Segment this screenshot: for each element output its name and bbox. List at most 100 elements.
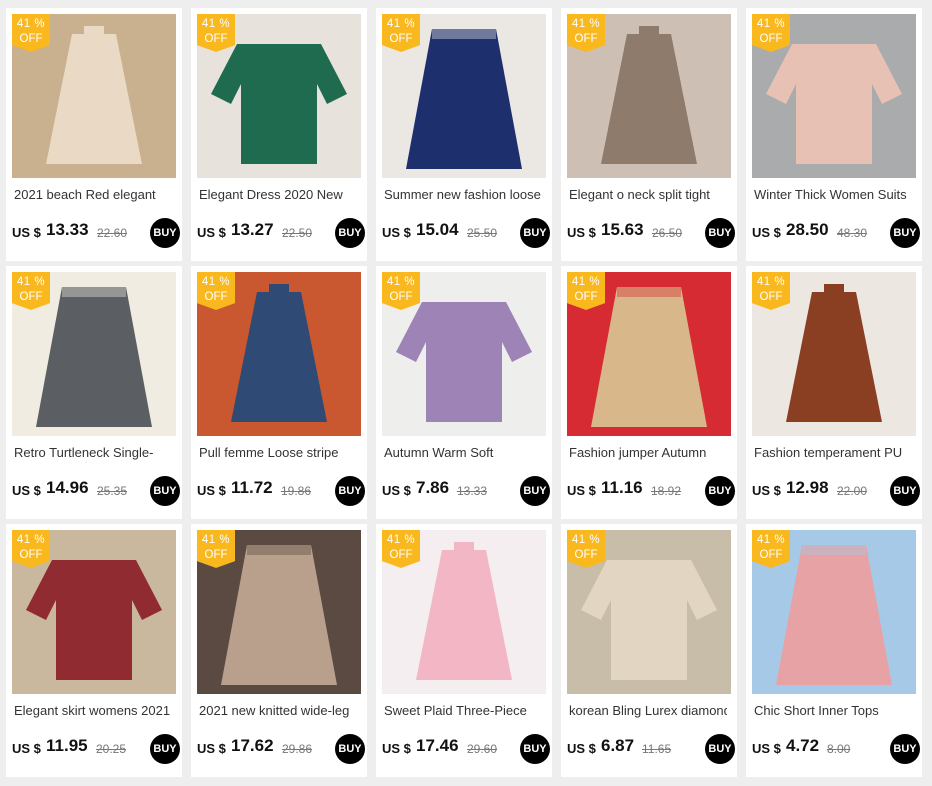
discount-badge: 41 % OFF xyxy=(12,530,50,568)
current-price: 11.72 xyxy=(231,478,273,497)
current-price: 12.98 xyxy=(786,478,829,497)
product-card[interactable]: 41 % OFF 2021 beach Red elegant US $ 13.33 22… xyxy=(6,8,182,261)
product-card[interactable]: 41 % OFF Autumn Warm Soft US $ 7.86 13.33 BUY xyxy=(376,266,552,519)
original-price: 19.86 xyxy=(281,484,312,498)
buy-button[interactable]: BUY xyxy=(150,218,180,248)
product-image[interactable]: 41 % OFF xyxy=(12,14,176,178)
product-card[interactable]: 41 % OFF Sweet Plaid Three-Piece US $ 17.46 2… xyxy=(376,524,552,777)
buy-button[interactable]: BUY xyxy=(890,218,920,248)
product-title[interactable]: Summer new fashion loose xyxy=(384,186,542,208)
buy-button[interactable]: BUY xyxy=(890,476,920,506)
buy-button[interactable]: BUY xyxy=(890,734,920,764)
product-title[interactable]: Fashion temperament PU xyxy=(754,444,912,466)
product-title[interactable]: Sweet Plaid Three-Piece xyxy=(384,702,542,724)
product-card[interactable]: 41 % OFF Fashion jumper Autumn US $ 11.16 18.… xyxy=(561,266,737,519)
current-price: 15.04 xyxy=(416,220,459,239)
product-card[interactable]: 41 % OFF korean Bling Lurex diamond US $ 6.8… xyxy=(561,524,737,777)
product-image[interactable]: 41 % OFF xyxy=(567,530,731,694)
price-row: US $ 13.27 22.50 BUY xyxy=(197,216,365,248)
product-title[interactable]: Elegant skirt womens 2021 xyxy=(14,702,172,724)
discount-off-label: OFF xyxy=(389,33,413,45)
buy-button[interactable]: BUY xyxy=(705,218,735,248)
discount-percent: 41 % xyxy=(201,276,231,288)
discount-off-label: OFF xyxy=(574,33,598,45)
currency-label: US $ xyxy=(382,225,411,240)
original-price: 13.33 xyxy=(457,484,488,498)
product-image[interactable]: 41 % OFF xyxy=(382,14,546,178)
price-row: US $ 11.95 20.25 BUY xyxy=(12,732,180,764)
original-price: 29.60 xyxy=(467,742,498,756)
product-image[interactable]: 41 % OFF xyxy=(752,272,916,436)
original-price: 11.65 xyxy=(642,742,672,756)
discount-off-label: OFF xyxy=(19,549,43,561)
currency-label: US $ xyxy=(567,225,596,240)
discount-off-label: OFF xyxy=(389,291,413,303)
buy-button[interactable]: BUY xyxy=(520,218,550,248)
price-row: US $ 6.87 11.65 BUY xyxy=(567,732,735,764)
discount-off-label: OFF xyxy=(759,549,783,561)
discount-off-label: OFF xyxy=(759,33,783,45)
product-title[interactable]: 2021 beach Red elegant xyxy=(14,186,172,208)
discount-percent: 41 % xyxy=(201,18,231,30)
buy-button[interactable]: BUY xyxy=(705,734,735,764)
product-image[interactable]: 41 % OFF xyxy=(12,530,176,694)
product-title[interactable]: Elegant Dress 2020 New xyxy=(199,186,357,208)
product-title[interactable]: Fashion jumper Autumn xyxy=(569,444,727,466)
discount-badge: 41 % OFF xyxy=(197,272,235,310)
currency-label: US $ xyxy=(12,225,41,240)
original-price: 22.50 xyxy=(282,226,313,240)
product-image[interactable]: 41 % OFF xyxy=(197,530,361,694)
discount-percent: 41 % xyxy=(756,534,786,546)
buy-button[interactable]: BUY xyxy=(335,734,365,764)
buy-button[interactable]: BUY xyxy=(335,476,365,506)
discount-badge: 41 % OFF xyxy=(197,530,235,568)
discount-percent: 41 % xyxy=(756,18,786,30)
currency-label: US $ xyxy=(567,741,596,756)
buy-button[interactable]: BUY xyxy=(520,476,550,506)
product-title[interactable]: Chic Short Inner Tops xyxy=(754,702,912,724)
discount-badge: 41 % OFF xyxy=(382,272,420,310)
discount-percent: 41 % xyxy=(386,276,416,288)
product-image[interactable]: 41 % OFF xyxy=(567,272,731,436)
buy-button[interactable]: BUY xyxy=(520,734,550,764)
buy-button[interactable]: BUY xyxy=(150,476,180,506)
product-title[interactable]: Autumn Warm Soft xyxy=(384,444,542,466)
product-image[interactable]: 41 % OFF xyxy=(752,530,916,694)
product-title[interactable]: Pull femme Loose stripe xyxy=(199,444,357,466)
product-card[interactable]: 41 % OFF Elegant Dress 2020 New US $ 13.27 22… xyxy=(191,8,367,261)
product-title[interactable]: korean Bling Lurex diamond xyxy=(569,702,727,724)
product-image[interactable]: 41 % OFF xyxy=(197,14,361,178)
product-image[interactable]: 41 % OFF xyxy=(382,530,546,694)
discount-badge: 41 % OFF xyxy=(12,14,50,52)
product-image[interactable]: 41 % OFF xyxy=(12,272,176,436)
product-image[interactable]: 41 % OFF xyxy=(752,14,916,178)
product-card[interactable]: 41 % OFF Fashion temperament PU US $ 12.98 22… xyxy=(746,266,922,519)
price-row: US $ 17.46 29.60 BUY xyxy=(382,732,550,764)
product-card[interactable]: 41 % OFF Pull femme Loose stripe US $ 11.72 1… xyxy=(191,266,367,519)
current-price: 14.96 xyxy=(46,478,89,497)
discount-percent: 41 % xyxy=(201,534,231,546)
product-card[interactable]: 41 % OFF Summer new fashion loose US $ 15.04… xyxy=(376,8,552,261)
buy-button[interactable]: BUY xyxy=(705,476,735,506)
product-title[interactable]: Retro Turtleneck Single- xyxy=(14,444,172,466)
product-card[interactable]: 41 % OFF 2021 new knitted wide-leg US $ 17.6… xyxy=(191,524,367,777)
product-image[interactable]: 41 % OFF xyxy=(382,272,546,436)
product-image[interactable]: 41 % OFF xyxy=(567,14,731,178)
discount-percent: 41 % xyxy=(571,534,601,546)
current-price: 7.86 xyxy=(416,478,450,497)
product-card[interactable]: 41 % OFF Winter Thick Women Suits US $ 28.50… xyxy=(746,8,922,261)
product-card[interactable]: 41 % OFF Elegant o neck split tight US $ 15.… xyxy=(561,8,737,261)
discount-badge: 41 % OFF xyxy=(752,530,790,568)
product-card[interactable]: 41 % OFF Chic Short Inner Tops US $ 4.72 8.00… xyxy=(746,524,922,777)
product-title[interactable]: Elegant o neck split tight xyxy=(569,186,727,208)
product-image[interactable]: 41 % OFF xyxy=(197,272,361,436)
product-card[interactable]: 41 % OFF Retro Turtleneck Single- US $ 14.96… xyxy=(6,266,182,519)
product-title[interactable]: 2021 new knitted wide-leg xyxy=(199,702,357,724)
buy-button[interactable]: BUY xyxy=(335,218,365,248)
discount-off-label: OFF xyxy=(389,549,413,561)
original-price: 20.25 xyxy=(96,742,127,756)
discount-percent: 41 % xyxy=(571,18,601,30)
product-title[interactable]: Winter Thick Women Suits xyxy=(754,186,912,208)
product-card[interactable]: 41 % OFF Elegant skirt womens 2021 US $ 11.9… xyxy=(6,524,182,777)
buy-button[interactable]: BUY xyxy=(150,734,180,764)
